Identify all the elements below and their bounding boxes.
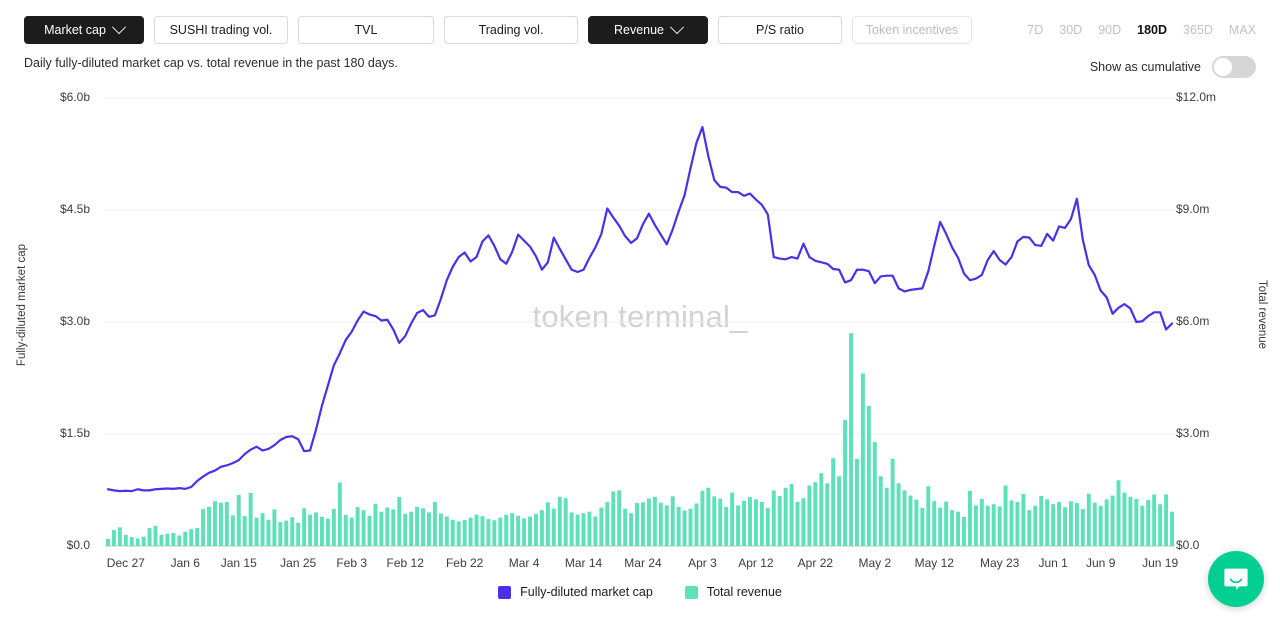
- y-axis-left-tick: $4.5b: [60, 202, 90, 216]
- x-axis-tick: Jun 19: [1142, 556, 1178, 570]
- range-7d[interactable]: 7D: [1027, 23, 1043, 37]
- x-axis-tick: May 12: [915, 556, 954, 570]
- metric-tab-label: Token incentives: [866, 23, 958, 37]
- x-axis-tick: Mar 4: [509, 556, 540, 570]
- x-axis-tick: Apr 12: [738, 556, 773, 570]
- metric-tab-label: TVL: [355, 23, 378, 37]
- x-axis-tick: Mar 14: [565, 556, 602, 570]
- metric-tab-token-incentives: Token incentives: [852, 16, 972, 44]
- chat-launcher-button[interactable]: [1208, 551, 1264, 607]
- y-axis-left-tick: $6.0b: [60, 90, 90, 104]
- x-axis-tick: Apr 22: [798, 556, 833, 570]
- chart-plot: [0, 84, 1280, 564]
- x-axis-tick: Feb 12: [387, 556, 424, 570]
- x-axis-tick: May 2: [858, 556, 891, 570]
- legend-label: Fully-diluted market cap: [520, 585, 653, 599]
- range-30d[interactable]: 30D: [1059, 23, 1082, 37]
- x-axis-tick: May 23: [980, 556, 1019, 570]
- y-axis-right-tick: $9.0m: [1176, 202, 1209, 216]
- x-axis-tick: Feb 22: [446, 556, 483, 570]
- legend-swatch: [498, 586, 511, 599]
- legend-swatch: [685, 586, 698, 599]
- y-axis-right-tick: $3.0m: [1176, 426, 1209, 440]
- y-axis-right-tick: $0.0: [1176, 538, 1199, 552]
- metric-tab-label: Revenue: [614, 23, 664, 37]
- chevron-down-icon: [670, 20, 684, 34]
- range-180d[interactable]: 180D: [1137, 23, 1167, 37]
- y-axis-left-tick: $0.0: [67, 538, 90, 552]
- y-axis-left-tick: $3.0b: [60, 314, 90, 328]
- x-axis-tick: Jan 25: [280, 556, 316, 570]
- x-axis-tick: Dec 27: [107, 556, 145, 570]
- y-axis-right-tick: $12.0m: [1176, 90, 1216, 104]
- range-365d[interactable]: 365D: [1183, 23, 1213, 37]
- y-axis-left-tick: $1.5b: [60, 426, 90, 440]
- metric-tab-sushi-trading-vol[interactable]: SUSHI trading vol.: [154, 16, 288, 44]
- range-90d[interactable]: 90D: [1098, 23, 1121, 37]
- cumulative-toggle-group: Show as cumulative: [1090, 56, 1256, 78]
- legend-item-total-revenue[interactable]: Total revenue: [685, 585, 782, 599]
- chart-container: Fully-diluted market cap Total revenue t…: [0, 84, 1280, 564]
- x-axis-tick: Jun 9: [1086, 556, 1115, 570]
- legend-label: Total revenue: [707, 585, 782, 599]
- metric-tab-label: P/S ratio: [756, 23, 804, 37]
- time-range-selector: 7D 30D 90D 180D 365D MAX: [1027, 23, 1256, 37]
- chart-subtitle: Daily fully-diluted market cap vs. total…: [24, 56, 398, 70]
- x-axis-tick: Mar 24: [624, 556, 661, 570]
- metric-tab-label: Market cap: [44, 23, 106, 37]
- metric-tab-ps-ratio[interactable]: P/S ratio: [718, 16, 842, 44]
- chat-bubble-icon: [1222, 565, 1250, 593]
- metric-tab-label: SUSHI trading vol.: [170, 23, 273, 37]
- metric-tab-label: Trading vol.: [479, 23, 544, 37]
- metric-tab-market-cap[interactable]: Market cap: [24, 16, 144, 44]
- metric-tab-revenue[interactable]: Revenue: [588, 16, 708, 44]
- legend-item-market-cap[interactable]: Fully-diluted market cap: [498, 585, 653, 599]
- cumulative-toggle-label: Show as cumulative: [1090, 60, 1201, 74]
- y-axis-right-tick: $6.0m: [1176, 314, 1209, 328]
- toggle-knob: [1214, 58, 1232, 76]
- x-axis-tick: Jun 1: [1038, 556, 1067, 570]
- x-axis-tick: Jan 6: [171, 556, 200, 570]
- range-max[interactable]: MAX: [1229, 23, 1256, 37]
- x-axis-tick: Jan 15: [221, 556, 257, 570]
- chart-legend: Fully-diluted market cap Total revenue: [0, 585, 1280, 599]
- cumulative-toggle-switch[interactable]: [1212, 56, 1256, 78]
- metric-tab-tvl[interactable]: TVL: [298, 16, 434, 44]
- metric-tab-bar: Market cap SUSHI trading vol. TVL Tradin…: [24, 16, 972, 44]
- x-axis-tick: Apr 3: [688, 556, 717, 570]
- chevron-down-icon: [112, 20, 126, 34]
- x-axis-tick: Feb 3: [336, 556, 367, 570]
- metric-tab-trading-vol[interactable]: Trading vol.: [444, 16, 578, 44]
